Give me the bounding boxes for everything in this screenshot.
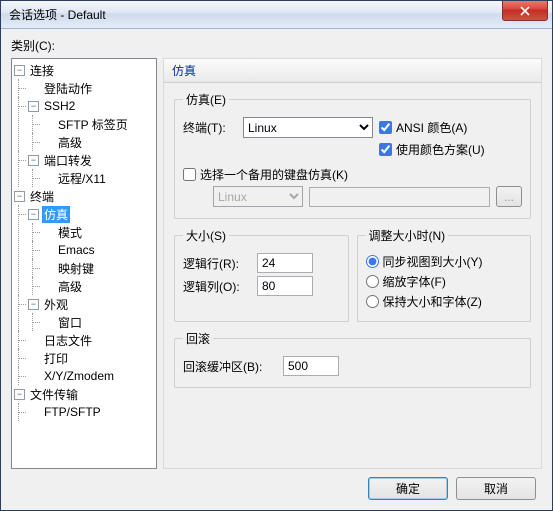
resize-group: 调整大小时(N) 同步视图到大小(Y) 缩放字体(F) xyxy=(357,227,532,322)
emulation-legend: 仿真(E) xyxy=(183,91,229,108)
use-color-scheme-checkbox[interactable] xyxy=(379,143,392,156)
alt-keyboard-select: Linux xyxy=(213,186,303,207)
size-legend: 大小(S) xyxy=(183,227,229,244)
cols-label: 逻辑列(O): xyxy=(183,278,251,295)
tree-window[interactable]: 窗口 xyxy=(56,314,84,331)
expander-icon[interactable]: − xyxy=(14,389,25,400)
panel-title: 仿真 xyxy=(164,59,541,83)
size-group: 大小(S) 逻辑行(R): 逻辑列(O): xyxy=(174,227,349,322)
cancel-button[interactable]: 取消 xyxy=(456,477,536,500)
tree-connection[interactable]: 连接 xyxy=(28,62,56,79)
tree-xyz[interactable]: X/Y/Zmodem xyxy=(42,369,116,383)
alt-keyboard-checkbox[interactable] xyxy=(183,168,196,181)
dialog-window: 会话选项 - Default 类别(C): −连接 登陆动作 −SSH2 xyxy=(0,0,553,511)
expander-icon[interactable]: − xyxy=(28,299,39,310)
tree-port-forward[interactable]: 端口转发 xyxy=(42,152,94,169)
tree-appearance[interactable]: 外观 xyxy=(42,296,70,313)
tree-advanced2[interactable]: 高级 xyxy=(56,278,84,295)
tree-mode[interactable]: 模式 xyxy=(56,224,84,241)
window-title: 会话选项 - Default xyxy=(9,6,106,23)
tree-map-keys[interactable]: 映射键 xyxy=(56,260,96,277)
resize-scale-radio[interactable]: 缩放字体(F) xyxy=(366,273,446,290)
ansi-color-check[interactable]: ANSI 颜色(A) xyxy=(379,119,467,136)
rows-input[interactable] xyxy=(257,253,313,273)
scrollback-legend: 回滚 xyxy=(183,330,213,347)
dialog-body: 类别(C): −连接 登陆动作 −SSH2 SFTP 标签页 高级 xyxy=(1,29,552,510)
emulation-group: 仿真(E) 终端(T): Linux ANSI 颜色(A) xyxy=(174,91,531,219)
category-label: 类别(C): xyxy=(11,37,542,54)
tree-file-transfer[interactable]: 文件传输 xyxy=(28,386,80,403)
close-icon xyxy=(519,6,531,16)
expander-icon[interactable]: − xyxy=(28,155,39,166)
use-color-scheme-check[interactable]: 使用颜色方案(U) xyxy=(379,141,485,158)
tree-terminal[interactable]: 终端 xyxy=(28,188,56,205)
resize-sync-radio[interactable]: 同步视图到大小(Y) xyxy=(366,253,483,270)
scrollback-input[interactable] xyxy=(283,356,339,376)
terminal-label: 终端(T): xyxy=(183,119,237,136)
settings-panel: 仿真 仿真(E) 终端(T): Linux ANSI 颜色(A) xyxy=(163,58,542,469)
cols-input[interactable] xyxy=(257,276,313,296)
tree-sftp-tab[interactable]: SFTP 标签页 xyxy=(56,116,130,133)
expander-icon[interactable]: − xyxy=(28,209,39,220)
dialog-buttons: 确定 取消 xyxy=(11,469,542,500)
main-row: −连接 登陆动作 −SSH2 SFTP 标签页 高级 xyxy=(11,58,542,469)
ansi-color-checkbox[interactable] xyxy=(379,121,392,134)
ok-button[interactable]: 确定 xyxy=(368,477,448,500)
scrollback-group: 回滚 回滚缓冲区(B): xyxy=(174,330,531,388)
tree-login-action[interactable]: 登陆动作 xyxy=(42,80,94,97)
panel-body: 仿真(E) 终端(T): Linux ANSI 颜色(A) xyxy=(164,83,541,468)
tree-remote-x11[interactable]: 远程/X11 xyxy=(56,170,108,187)
scrollback-label: 回滚缓冲区(B): xyxy=(183,358,277,375)
resize-keep-radio[interactable]: 保持大小和字体(Z) xyxy=(366,293,482,310)
tree-emulation[interactable]: 仿真 xyxy=(42,206,70,223)
resize-legend: 调整大小时(N) xyxy=(366,227,449,244)
tree-advanced1[interactable]: 高级 xyxy=(56,134,84,151)
tree-ftp-sftp[interactable]: FTP/SFTP xyxy=(42,405,103,419)
category-tree[interactable]: −连接 登陆动作 −SSH2 SFTP 标签页 高级 xyxy=(11,58,157,469)
terminal-select[interactable]: Linux xyxy=(243,117,373,138)
close-button[interactable] xyxy=(502,1,548,21)
expander-icon[interactable]: − xyxy=(14,65,25,76)
browse-button: ... xyxy=(496,186,522,207)
titlebar: 会话选项 - Default xyxy=(1,1,552,29)
rows-label: 逻辑行(R): xyxy=(183,255,251,272)
tree-log-file[interactable]: 日志文件 xyxy=(42,332,94,349)
tree-print[interactable]: 打印 xyxy=(42,350,70,367)
alt-keyboard-path xyxy=(309,187,490,207)
tree-emacs[interactable]: Emacs xyxy=(56,243,97,257)
alt-keyboard-check[interactable]: 选择一个备用的键盘仿真(K) xyxy=(183,166,348,183)
tree-ssh2[interactable]: SSH2 xyxy=(42,99,77,113)
expander-icon[interactable]: − xyxy=(28,101,39,112)
expander-icon[interactable]: − xyxy=(14,191,25,202)
